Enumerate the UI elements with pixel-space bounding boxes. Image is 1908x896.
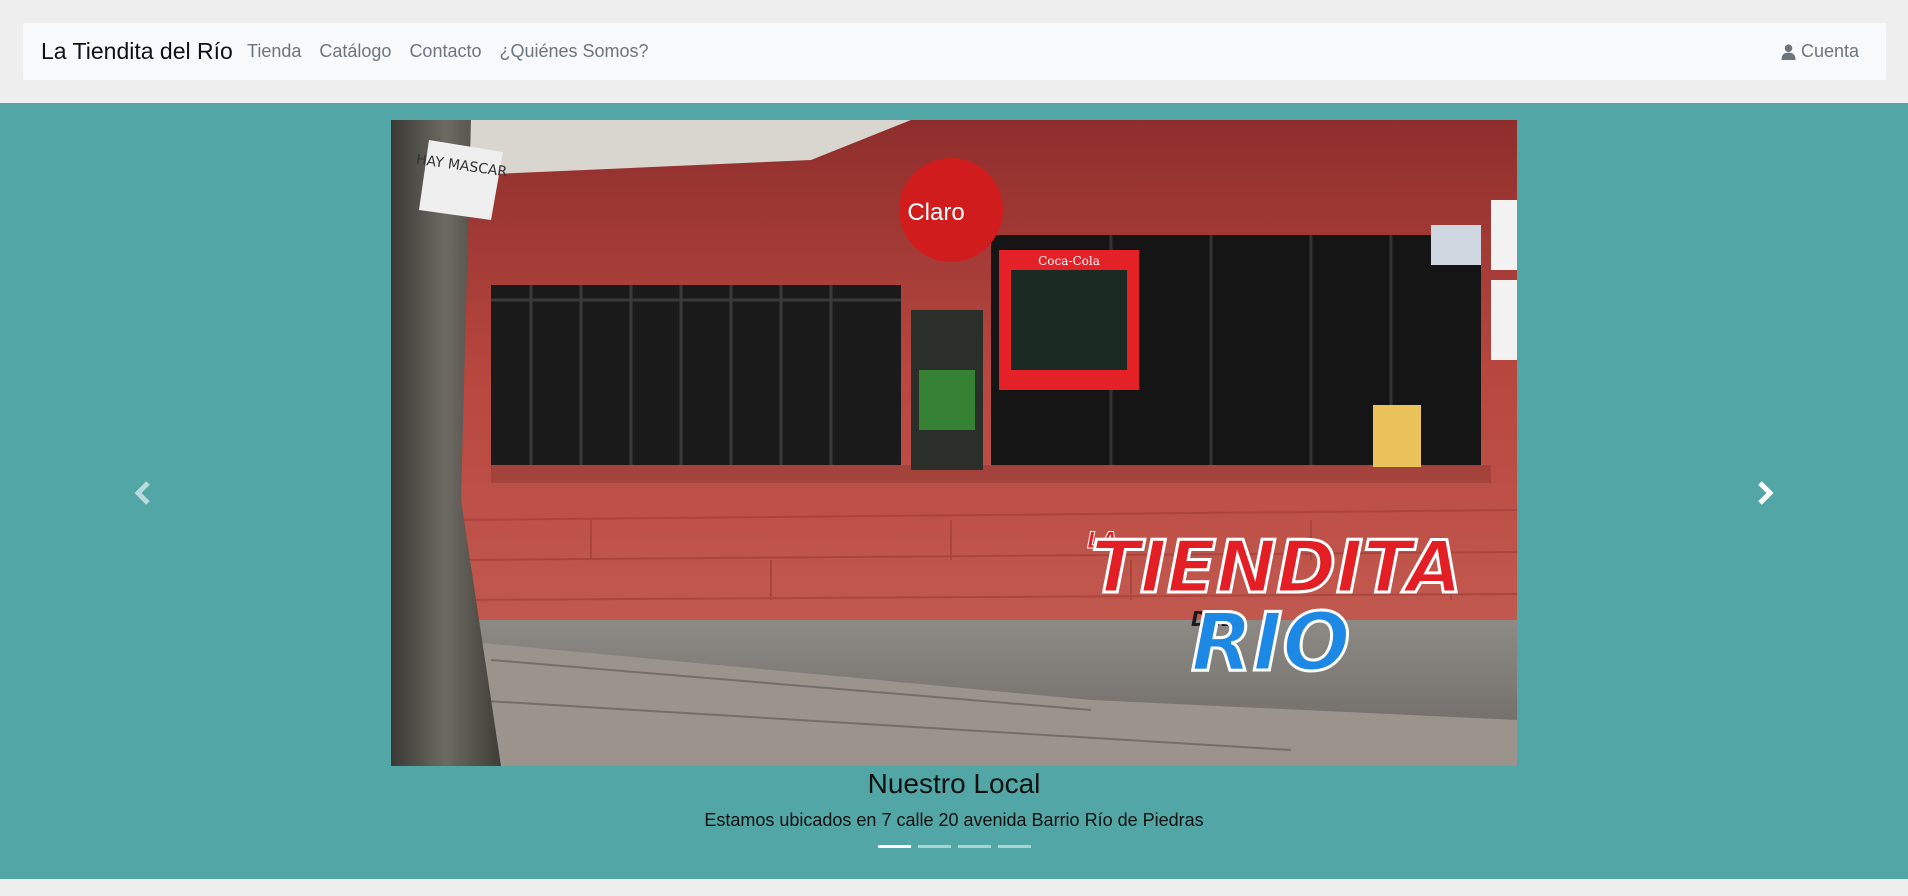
cocacola-sign-text: Coca-Cola (1038, 254, 1100, 268)
slide-caption-text: Estamos ubicados en 7 calle 20 avenida B… (704, 810, 1204, 830)
carousel-next-button[interactable] (1735, 468, 1795, 518)
carousel-indicators (0, 845, 1908, 848)
nav-link-contacto[interactable]: Contacto (409, 41, 481, 62)
carousel: Claro Coca-Cola HAY MASCAR LA TIENDITA D… (0, 103, 1908, 879)
chevron-right-icon (1758, 481, 1774, 505)
svg-text:RIO: RIO (1191, 596, 1350, 689)
carousel-prev-button[interactable] (113, 468, 173, 518)
user-icon (1781, 43, 1796, 60)
account-label: Cuenta (1800, 41, 1859, 61)
store-front-image: Claro Coca-Cola HAY MASCAR LA TIENDITA D… (391, 120, 1517, 766)
carousel-indicator-3[interactable] (957, 845, 991, 848)
brand-link[interactable]: La Tiendita del Río (41, 23, 233, 80)
nav-link-catalogo[interactable]: Catálogo (319, 41, 391, 62)
claro-sign-text: Claro (907, 199, 964, 226)
carousel-indicator-1[interactable] (877, 845, 911, 848)
carousel-indicator-2[interactable] (917, 845, 951, 848)
account-link[interactable]: Cuenta (1781, 23, 1859, 80)
nav-link-tienda[interactable]: Tienda (247, 41, 301, 62)
slide-caption-title: Nuestro Local (867, 768, 1041, 799)
carousel-indicator-4[interactable] (997, 845, 1031, 848)
chevron-left-icon (134, 481, 150, 505)
nav-links: Tienda Catálogo Contacto ¿Quiénes Somos? (247, 23, 667, 80)
navbar: La Tiendita del Río Tienda Catálogo Cont… (23, 23, 1886, 80)
nav-link-quienes-somos[interactable]: ¿Quiénes Somos? (499, 41, 648, 62)
